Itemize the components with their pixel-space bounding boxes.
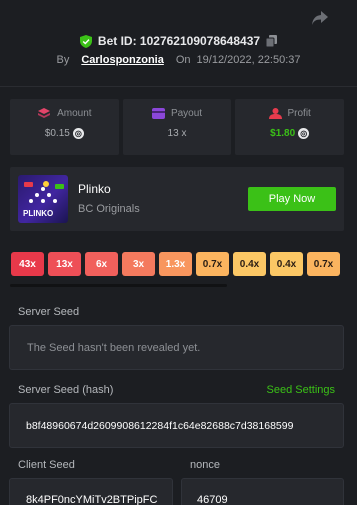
multiplier-chip: 43x xyxy=(11,252,44,276)
multiplier-chip: 13x xyxy=(48,252,81,276)
profit-label: Profit xyxy=(287,108,311,119)
payout-stat: Payout 13 x xyxy=(122,99,232,155)
server-seed-field: The Seed hasn't been revealed yet. xyxy=(9,325,344,370)
server-seed-hash-label: Server Seed (hash) xyxy=(18,384,114,396)
server-seed-label: Server Seed xyxy=(18,306,80,318)
seed-settings-link[interactable]: Seed Settings xyxy=(267,384,336,396)
client-seed-value: 8k4PF0ncYMiTv2BTPipFC xyxy=(26,494,158,505)
multiplier-chip: 1.3x xyxy=(159,252,192,276)
amount-icon xyxy=(38,108,51,118)
payout-label: Payout xyxy=(170,108,203,119)
client-seed-label: Client Seed xyxy=(18,459,75,471)
server-seed-hash-value: b8f48960674d2609908612284f1c64e82688c7d3… xyxy=(26,420,294,432)
bet-date: 19/12/2022, 22:50:37 xyxy=(196,54,301,66)
multiplier-chip: 6x xyxy=(85,252,118,276)
divider xyxy=(0,86,357,87)
server-seed-value: The Seed hasn't been revealed yet. xyxy=(27,342,201,354)
thumbnail-logo-text: PLINKO xyxy=(23,209,54,218)
by-label: By xyxy=(56,54,70,66)
multiplier-chip: 3x xyxy=(122,252,155,276)
bet-stats: Amount $0.15 ◎ Payout 13 x Profit $1.80 … xyxy=(10,99,345,155)
amount-label: Amount xyxy=(57,108,92,119)
bet-author-row: By Carlosponzonia On 19/12/2022, 22:50:3… xyxy=(0,54,357,66)
nonce-label: nonce xyxy=(190,459,220,471)
shield-check-icon xyxy=(79,34,92,48)
nonce-field[interactable]: 46709 xyxy=(181,478,344,505)
username-link[interactable]: Carlosponzonia xyxy=(81,54,164,66)
amount-stat: Amount $0.15 ◎ xyxy=(10,99,119,155)
multiplier-chip: 0.4x xyxy=(233,252,266,276)
multiplier-chip: 0.7x xyxy=(307,252,340,276)
game-provider: BC Originals xyxy=(78,203,140,215)
coin-icon: ◎ xyxy=(72,128,84,139)
amount-value: $0.15 xyxy=(44,128,70,139)
nonce-value: 46709 xyxy=(197,494,228,505)
game-thumbnail[interactable]: PLINKO xyxy=(18,175,68,223)
game-card: PLINKO Plinko BC Originals Play Now xyxy=(10,167,344,231)
profit-icon xyxy=(268,108,282,119)
bet-id-row: Bet ID: 102762109078648437 xyxy=(0,34,357,48)
bet-id: Bet ID: 102762109078648437 xyxy=(97,34,261,48)
multiplier-chip: 0.4x xyxy=(270,252,303,276)
profit-stat: Profit $1.80 ◎ xyxy=(235,99,345,155)
payout-value: 13 x xyxy=(167,128,187,139)
server-seed-hash-field[interactable]: b8f48960674d2609908612284f1c64e82688c7d3… xyxy=(9,403,344,448)
payout-icon xyxy=(151,108,165,119)
profit-value: $1.80 xyxy=(270,128,296,139)
coin-icon: ◎ xyxy=(298,128,310,139)
on-label: On xyxy=(175,54,191,66)
client-seed-field[interactable]: 8k4PF0ncYMiTv2BTPipFC xyxy=(9,478,173,505)
share-icon[interactable] xyxy=(311,10,329,26)
copy-icon[interactable] xyxy=(266,35,278,47)
multiplier-row: 43x 13x 6x 3x 1.3x 0.7x 0.4x 0.4x 0.7x xyxy=(11,252,340,276)
multiplier-scrollbar[interactable] xyxy=(10,284,227,287)
multiplier-chip: 0.7x xyxy=(196,252,229,276)
play-now-button[interactable]: Play Now xyxy=(248,187,336,211)
game-name[interactable]: Plinko xyxy=(78,182,111,196)
